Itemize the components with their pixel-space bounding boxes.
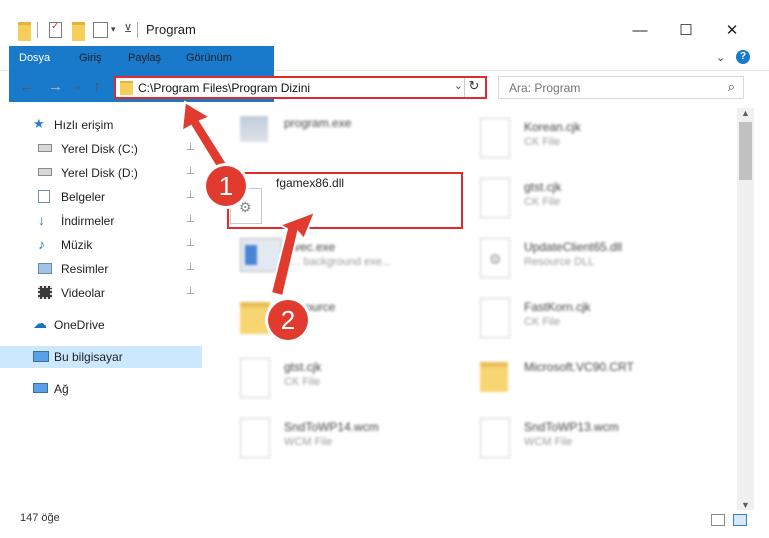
scrollbar-thumb[interactable] (739, 122, 752, 180)
details-view-icon[interactable] (711, 514, 725, 526)
step-badge-1: 1 (206, 166, 246, 206)
arrow-2 (269, 210, 317, 298)
item-count: 147 öğe (20, 512, 60, 524)
status-bar: 147 öğe (0, 508, 769, 538)
large-icons-view-icon[interactable] (733, 514, 747, 526)
annotation-arrows (180, 100, 317, 298)
step-badge-2: 2 (268, 300, 308, 340)
vertical-scrollbar[interactable]: ▲ ▼ (737, 108, 754, 510)
scroll-up-icon[interactable]: ▲ (741, 108, 750, 118)
